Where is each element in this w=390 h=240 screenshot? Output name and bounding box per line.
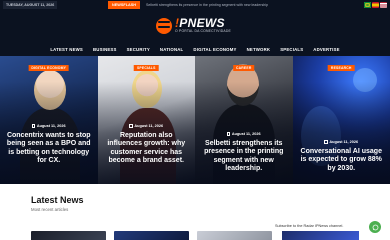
brazil-flag-icon[interactable] bbox=[364, 2, 371, 8]
spain-flag-icon[interactable] bbox=[372, 2, 379, 8]
story-date: August 11, 2026 bbox=[0, 124, 98, 128]
usa-flag-icon[interactable] bbox=[380, 2, 387, 8]
newsflash-label: NEWSFLASH bbox=[108, 1, 141, 9]
nav-security[interactable]: SECURITY bbox=[127, 47, 150, 52]
category-badge[interactable]: SPECIALS bbox=[133, 65, 159, 71]
nav-latest-news[interactable]: LATEST NEWS bbox=[50, 47, 83, 52]
nav-national[interactable]: NATIONAL bbox=[160, 47, 183, 52]
featured-card[interactable]: DIGITAL ECONOMY August 11, 2026 Concentr… bbox=[0, 56, 98, 184]
latest-news-list bbox=[31, 231, 272, 240]
nav-advertise[interactable]: ADVERTISE bbox=[313, 47, 339, 52]
globe-logo-icon bbox=[156, 17, 172, 34]
language-switcher bbox=[364, 2, 387, 8]
calendar-icon bbox=[31, 124, 36, 128]
story-title[interactable]: Concentrix wants to stop being seen as a… bbox=[6, 132, 92, 165]
calendar-icon bbox=[129, 124, 133, 128]
story-title[interactable]: Conversational AI usage is expected to g… bbox=[299, 148, 385, 173]
story-date: August 11, 2026 bbox=[98, 124, 196, 128]
category-badge[interactable]: DIGITAL ECONOMY bbox=[28, 65, 70, 71]
story-date: August 11, 2026 bbox=[293, 140, 390, 144]
article-thumbnail[interactable] bbox=[197, 231, 272, 240]
top-bar: TUESDAY, AUGUST 11, 2026 NEWSFLASH Selbe… bbox=[0, 0, 390, 10]
calendar-icon bbox=[324, 140, 328, 144]
site-header: !PNEWS O PORTAL DA CONECTIVIDADE bbox=[0, 10, 390, 42]
featured-card[interactable]: RESEARCH August 11, 2026 Conversational … bbox=[292, 56, 390, 184]
whatsapp-icon bbox=[372, 224, 378, 230]
section-title: Latest News bbox=[31, 195, 84, 205]
featured-card[interactable]: CAREER August 11, 2026 Selbetti strength… bbox=[195, 56, 293, 184]
logo-wordmark: !PNEWS bbox=[175, 17, 231, 29]
logo-main: PNEWS bbox=[179, 16, 225, 30]
article-thumbnail[interactable] bbox=[114, 231, 189, 240]
news-ticker[interactable]: Selbetti strengthens its presence in the… bbox=[146, 1, 268, 9]
logo-tagline: O PORTAL DA CONECTIVIDADE bbox=[175, 29, 231, 33]
story-date: August 11, 2026 bbox=[195, 132, 293, 136]
calendar-icon bbox=[226, 132, 231, 136]
main-nav: LATEST NEWS BUSINESS SECURITY NATIONAL D… bbox=[0, 42, 390, 56]
article-thumbnail[interactable] bbox=[31, 231, 106, 240]
nav-network[interactable]: NETWORK bbox=[247, 47, 271, 52]
story-title[interactable]: Selbetti strengthens its presence in the… bbox=[201, 140, 287, 173]
site-logo[interactable]: !PNEWS O PORTAL DA CONECTIVIDADE bbox=[156, 17, 231, 34]
chat-button[interactable] bbox=[369, 221, 381, 233]
current-date: TUESDAY, AUGUST 11, 2026 bbox=[3, 1, 58, 9]
featured-card[interactable]: SPECIALS August 11, 2026 Reputation also… bbox=[97, 56, 196, 184]
nav-business[interactable]: BUSINESS bbox=[93, 47, 117, 52]
subscribe-text[interactable]: Subscribe to the Radar IPNews channel. bbox=[275, 224, 343, 228]
featured-stories: DIGITAL ECONOMY August 11, 2026 Concentr… bbox=[0, 56, 390, 184]
category-badge[interactable]: RESEARCH bbox=[327, 65, 355, 71]
nav-digital-economy[interactable]: DIGITAL ECONOMY bbox=[193, 47, 236, 52]
channel-banner[interactable] bbox=[282, 231, 359, 240]
section-subtitle: Most recent articles bbox=[31, 207, 69, 212]
nav-specials[interactable]: SPECIALS bbox=[280, 47, 303, 52]
story-title[interactable]: Reputation also influences growth: why c… bbox=[104, 132, 190, 165]
category-badge[interactable]: CAREER bbox=[232, 65, 255, 71]
